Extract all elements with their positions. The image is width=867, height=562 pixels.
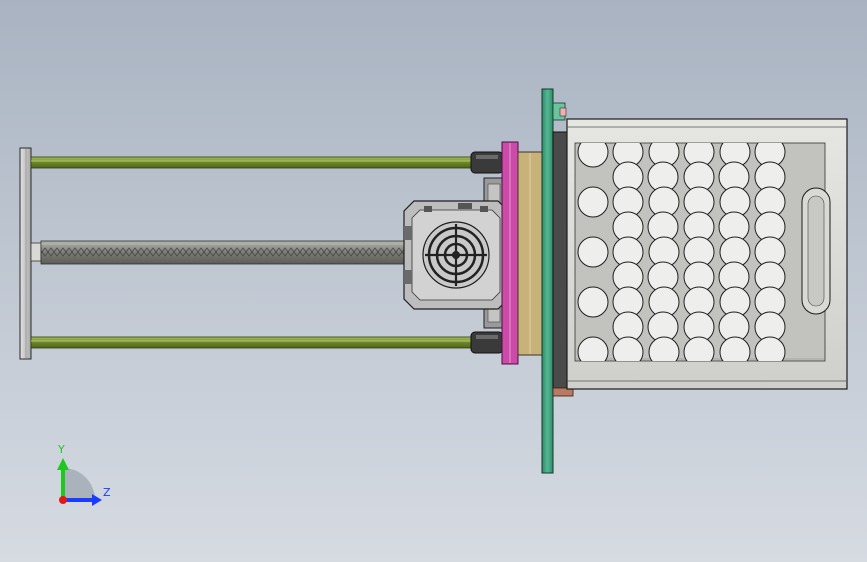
magenta-flange[interactable] bbox=[501, 141, 519, 365]
z-axis-label: Z bbox=[103, 486, 111, 499]
perforation-hole bbox=[577, 286, 609, 318]
upper-guide-rod[interactable] bbox=[30, 156, 474, 169]
lead-screw[interactable] bbox=[30, 240, 407, 265]
tan-mount-block[interactable] bbox=[517, 151, 543, 356]
cad-viewport[interactable]: Y Z bbox=[0, 0, 867, 562]
stepper-motor[interactable] bbox=[403, 200, 509, 310]
assembly-drawing[interactable] bbox=[0, 0, 867, 562]
coordinate-triad bbox=[57, 458, 102, 506]
perforation-hole bbox=[577, 186, 609, 218]
lower-rod-bushing bbox=[470, 331, 504, 354]
x-axis-origin bbox=[59, 496, 67, 504]
lower-guide-rod[interactable] bbox=[30, 336, 474, 349]
perforation-hole bbox=[577, 236, 609, 268]
upper-rod-bushing bbox=[470, 151, 504, 174]
perforated-hopper[interactable] bbox=[566, 118, 848, 390]
end-plate[interactable] bbox=[19, 147, 32, 360]
y-axis-label: Y bbox=[58, 443, 65, 456]
